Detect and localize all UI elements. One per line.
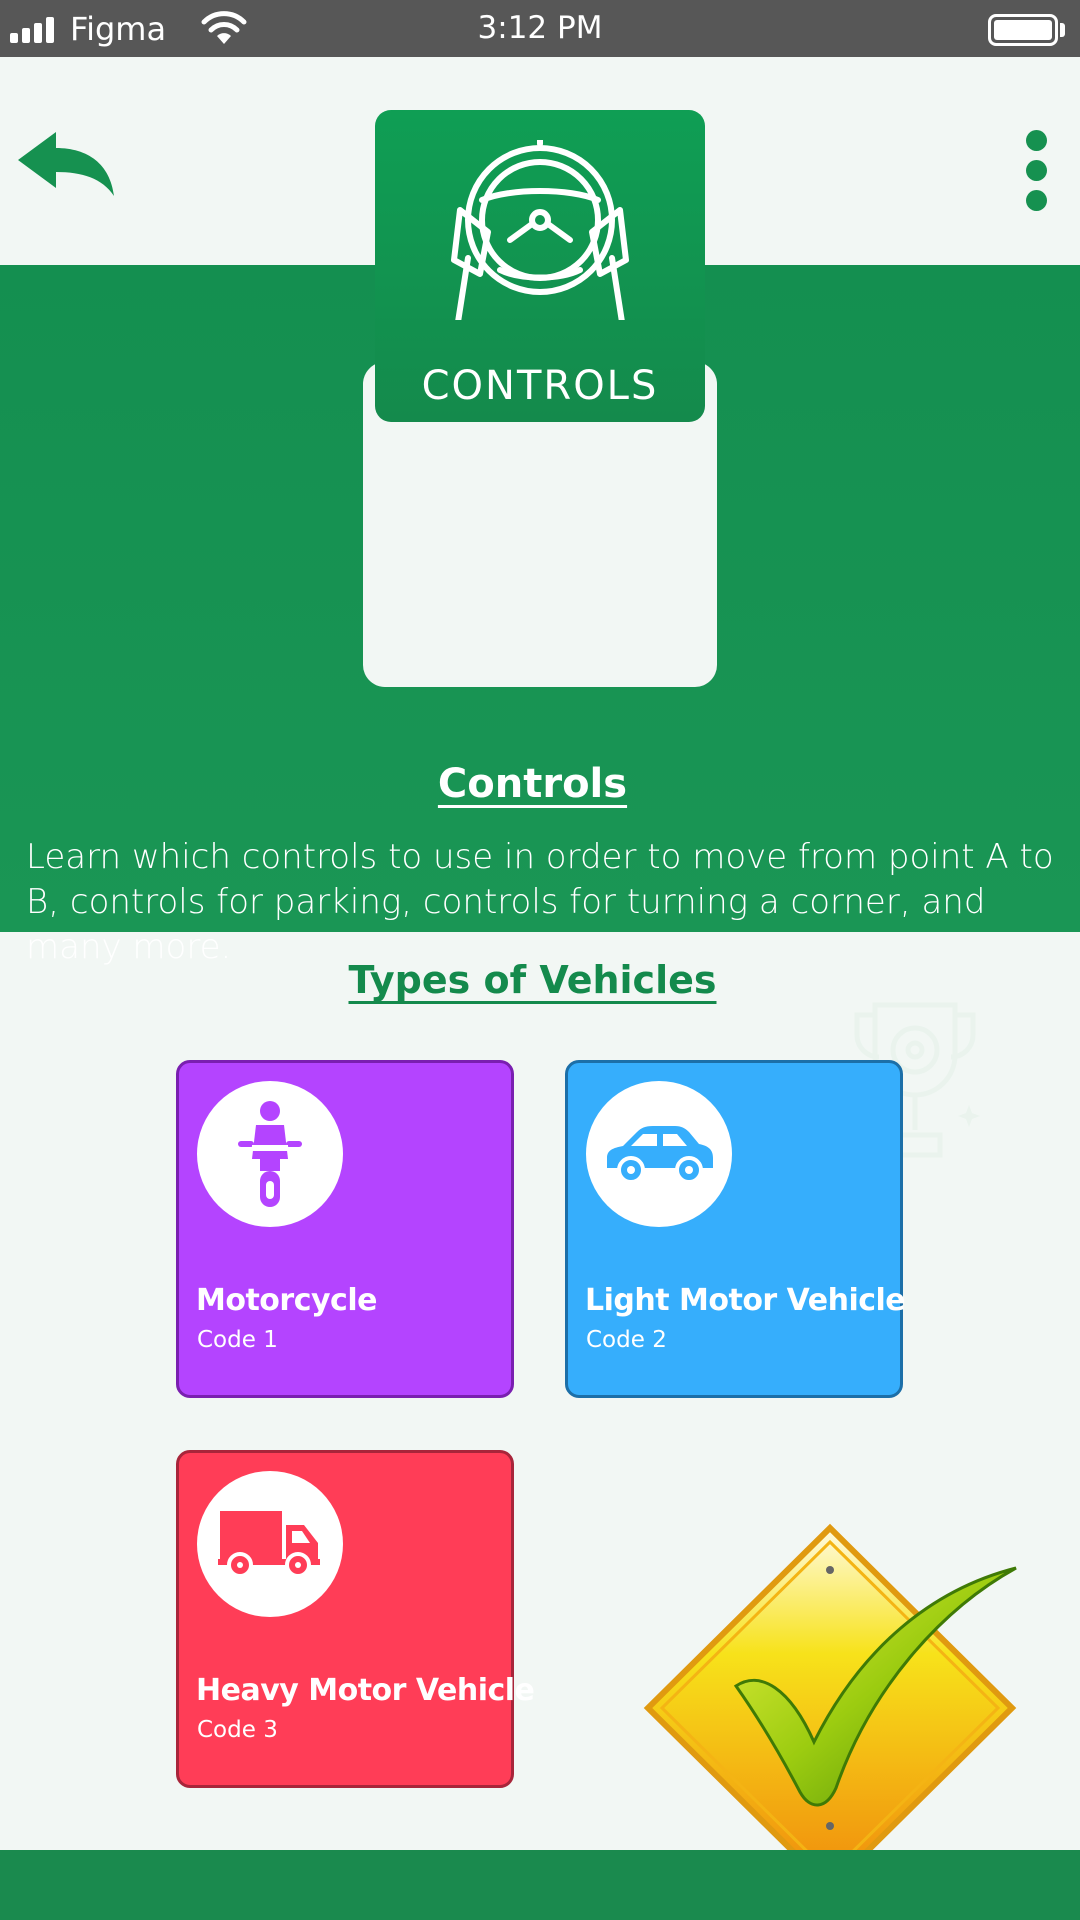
icon-circle	[197, 1471, 343, 1617]
description-text: Learn which controls to use in order to …	[26, 837, 1054, 967]
section-heading: Controls	[437, 761, 628, 807]
vehicle-name: Heavy Motor Vehicle	[196, 1673, 535, 1708]
car-icon	[607, 1126, 713, 1184]
controls-badge: CONTROLS	[375, 110, 705, 422]
icon-circle	[197, 1081, 343, 1227]
bottom-bar	[0, 1850, 1080, 1920]
vehicle-card-light-motor[interactable]: Light Motor Vehicle Code 2	[565, 1060, 906, 1398]
vehicle-code: Code 3	[197, 1717, 278, 1743]
status-bar: Figma 3:12 PM	[0, 0, 1080, 57]
back-button[interactable]	[16, 128, 120, 202]
battery-icon	[988, 14, 1058, 46]
vehicles-heading: Types of Vehicles	[348, 958, 717, 1002]
badge-label: CONTROLS	[421, 363, 659, 409]
vehicle-name: Light Motor Vehicle	[585, 1283, 906, 1318]
vehicle-code: Code 1	[197, 1327, 278, 1353]
more-vertical-icon	[1025, 130, 1047, 151]
checkmark-sign-icon	[643, 1523, 1017, 1890]
battery-cap	[1060, 23, 1065, 37]
more-options-button[interactable]	[1018, 130, 1054, 220]
vehicle-name: Motorcycle	[196, 1283, 377, 1318]
motorcycle-icon	[238, 1101, 302, 1207]
icon-circle	[586, 1081, 732, 1227]
clock: 3:12 PM	[477, 10, 603, 46]
vehicle-code: Code 2	[586, 1327, 667, 1353]
truck-icon	[218, 1511, 320, 1578]
steering-wheel-icon	[451, 140, 629, 320]
vehicle-card-motorcycle[interactable]: Motorcycle Code 1	[176, 1060, 514, 1398]
back-arrow-icon	[18, 132, 114, 196]
vehicle-card-heavy-motor[interactable]: Heavy Motor Vehicle Code 3	[176, 1450, 535, 1788]
